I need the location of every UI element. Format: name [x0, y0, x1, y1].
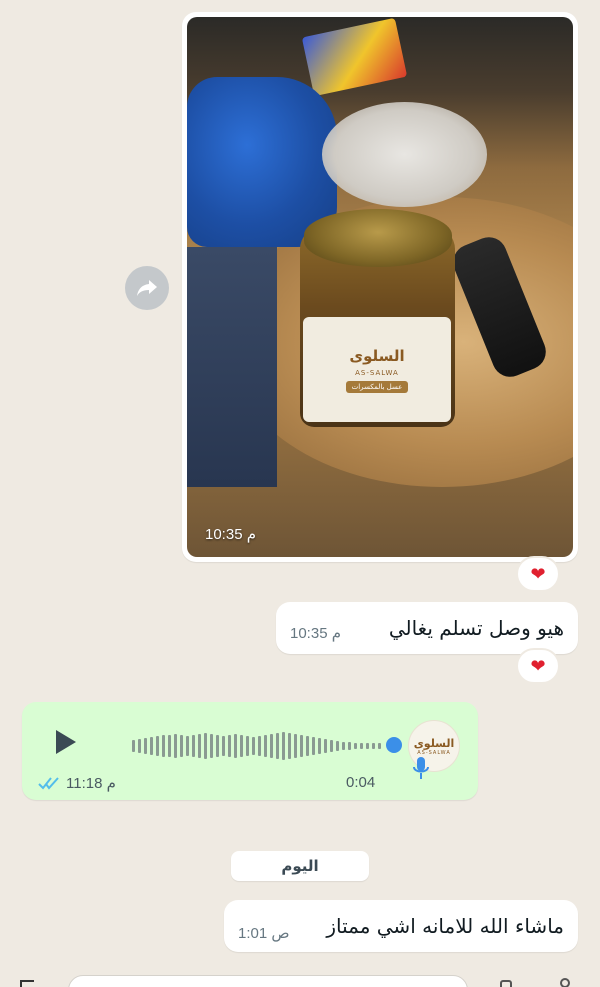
avatar-brand-name: السلوى: [413, 736, 455, 750]
camera-icon[interactable]: [500, 980, 512, 987]
plus-icon[interactable]: [20, 980, 34, 987]
text-1-reaction[interactable]: ❤: [516, 648, 560, 684]
play-icon[interactable]: [52, 727, 80, 757]
microphone-icon: [413, 757, 429, 779]
forward-button[interactable]: [125, 266, 169, 310]
message-2-text: ماشاء الله للامانه اشي ممتاز: [326, 914, 564, 938]
heart-icon: ❤: [530, 563, 546, 585]
voice-scrubber-dot[interactable]: [386, 737, 402, 753]
shared-photo[interactable]: السلوى AS-SALWA عسل بالمكسرات 10:35 م: [187, 17, 573, 557]
message-1-timestamp: 10:35 م: [290, 625, 342, 642]
message-1-text: هيو وصل تسلم يغالي: [388, 616, 564, 640]
date-divider: اليوم: [231, 851, 369, 881]
image-reaction[interactable]: ❤: [516, 556, 560, 592]
photo-jeans: [187, 247, 277, 487]
jar-ribbon: عسل بالمكسرات: [345, 380, 409, 393]
avatar-brand-latin: AS-SALWA: [417, 749, 451, 756]
photo-bubble-wrap: [322, 102, 487, 207]
voice-waveform[interactable]: [132, 730, 382, 762]
message-2-timestamp: 1:01 ص: [238, 925, 290, 942]
photo-jar-lid: [304, 209, 452, 267]
voice-message-bubble[interactable]: 0:04 11:18 م السلوى AS-SALWA: [22, 702, 478, 800]
voice-meta: 11:18 م: [38, 774, 116, 792]
heart-icon: ❤: [530, 655, 546, 677]
image-timestamp: 10:35 م: [205, 526, 257, 543]
chat-area: السلوى AS-SALWA عسل بالمكسرات 10:35 م ❤ …: [0, 0, 600, 987]
voice-duration: 0:04: [346, 774, 376, 791]
message-input[interactable]: [68, 975, 468, 987]
jar-brand-latin: AS-SALWA: [355, 368, 399, 377]
photo-jar-label: السلوى AS-SALWA عسل بالمكسرات: [303, 317, 451, 422]
double-check-icon: [38, 777, 59, 790]
voice-timestamp: 11:18 م: [66, 775, 116, 792]
mic-button-icon[interactable]: [560, 978, 570, 987]
jar-brand-name: السلوى: [349, 346, 405, 365]
text-message-bubble-2[interactable]: 1:01 ص ماشاء الله للامانه اشي ممتاز: [224, 900, 578, 952]
image-message-bubble[interactable]: السلوى AS-SALWA عسل بالمكسرات 10:35 م: [182, 12, 578, 562]
forward-arrow-icon: [137, 280, 157, 296]
photo-box: [301, 17, 408, 97]
text-message-bubble-1[interactable]: 10:35 م هيو وصل تسلم يغالي: [276, 602, 578, 654]
